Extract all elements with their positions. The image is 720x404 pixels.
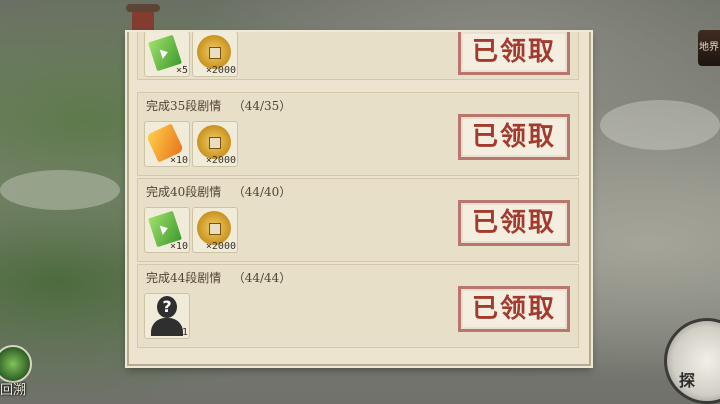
return-icon bbox=[0, 345, 32, 383]
quest-row: ×5 ×2000 已领取 bbox=[137, 32, 579, 80]
coin-icon bbox=[197, 211, 231, 245]
quest-row: 完成44段剧情 （44/44） ? ×1 已领取 bbox=[137, 264, 579, 348]
map-location-badge[interactable]: 地界 bbox=[698, 30, 720, 66]
reward-quantity: ×2000 bbox=[205, 155, 236, 166]
map-location-label: 地界 bbox=[699, 42, 719, 53]
reward-slot[interactable]: ×2000 bbox=[192, 207, 238, 253]
return-label: 回溯 bbox=[0, 383, 27, 398]
quest-row: 完成35段剧情 （44/35） ×10 ×2000 已领取 bbox=[137, 92, 579, 176]
reward-slot[interactable]: ×10 bbox=[144, 121, 190, 167]
claimed-button[interactable]: 已领取 bbox=[458, 200, 570, 246]
reward-quantity: ×10 bbox=[169, 155, 188, 166]
return-button[interactable]: 回溯 bbox=[0, 345, 36, 399]
reward-quantity: ×2000 bbox=[205, 241, 236, 252]
quest-title: 完成35段剧情 （44/35） bbox=[146, 99, 292, 113]
quest-row: 完成40段剧情 （44/40） ×10 ×2000 已领取 bbox=[137, 178, 579, 262]
claimed-button[interactable]: 已领取 bbox=[458, 114, 570, 160]
reward-slot[interactable]: ? ×1 bbox=[144, 293, 190, 339]
reward-slot[interactable]: ×10 bbox=[144, 207, 190, 253]
reward-slot[interactable]: ×2000 bbox=[192, 32, 238, 77]
reward-quantity: ×10 bbox=[169, 241, 188, 252]
claimed-button[interactable]: 已领取 bbox=[458, 32, 570, 75]
reward-slot[interactable]: ×5 bbox=[144, 32, 190, 77]
map-cloud bbox=[600, 100, 720, 150]
reward-quantity: ×1 bbox=[175, 327, 188, 338]
map-cloud bbox=[0, 170, 120, 210]
claimed-button[interactable]: 已领取 bbox=[458, 286, 570, 332]
quest-title: 完成44段剧情 （44/44） bbox=[146, 271, 292, 285]
reward-quantity: ×5 bbox=[175, 65, 188, 76]
coin-icon bbox=[197, 125, 231, 159]
quest-title: 完成40段剧情 （44/40） bbox=[146, 185, 292, 199]
quest-reward-panel[interactable]: ×5 ×2000 已领取 完成35段剧情 （44/35） ×10 ×2000 已… bbox=[127, 32, 591, 366]
reward-quantity: ×2000 bbox=[205, 65, 236, 76]
explore-label: 探 bbox=[679, 371, 696, 390]
reward-slot[interactable]: ×2000 bbox=[192, 121, 238, 167]
coin-icon bbox=[197, 35, 231, 69]
